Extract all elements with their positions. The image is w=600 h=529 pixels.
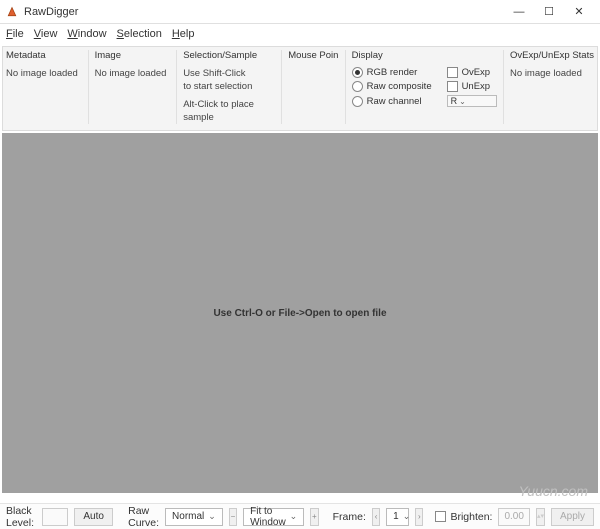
selection-line3: Alt-Click to place	[183, 98, 275, 111]
mouse-group: Mouse Poin	[288, 50, 338, 124]
radio-raw-channel[interactable]: Raw channel	[352, 96, 439, 107]
check-ovexp-label: OvExp	[462, 67, 491, 78]
selection-line4: sample	[183, 111, 275, 124]
app-icon	[6, 6, 18, 18]
frame-prev-button[interactable]: ‹	[372, 508, 380, 526]
selection-body: Use Shift-Click to start selection Alt-C…	[183, 67, 275, 124]
display-header: Display	[352, 50, 497, 61]
channel-value: R	[451, 96, 458, 106]
selection-header: Selection/Sample	[183, 50, 275, 61]
image-group: Image No image loaded	[95, 50, 171, 124]
check-unexp-label: UnExp	[462, 81, 491, 92]
app-title: RawDigger	[24, 6, 504, 18]
menu-window[interactable]: Window	[67, 28, 106, 40]
brighten-step[interactable]: ▴▾	[536, 508, 545, 526]
raw-curve-select[interactable]: Normal	[165, 508, 223, 526]
stats-body: No image loaded	[510, 67, 594, 80]
metadata-body: No image loaded	[6, 67, 82, 80]
display-group: Display RGB render OvExp Raw composite U…	[352, 50, 497, 124]
zoom-in-button[interactable]: +	[310, 508, 318, 526]
image-canvas[interactable]: Use Ctrl-O or File->Open to open file	[2, 133, 598, 493]
radio-composite-label: Raw composite	[367, 81, 432, 92]
channel-select[interactable]: R	[447, 95, 497, 107]
apply-button[interactable]: Apply	[551, 508, 594, 526]
brighten-label: Brighten:	[450, 511, 492, 523]
radio-raw-composite[interactable]: Raw composite	[352, 81, 439, 92]
metadata-group: Metadata No image loaded	[6, 50, 82, 124]
menubar: File View Window Selection Help	[0, 24, 600, 44]
radio-rgb-label: RGB render	[367, 67, 418, 78]
check-ovexp[interactable]: OvExp	[447, 67, 497, 78]
minimize-button[interactable]: —	[504, 2, 534, 22]
radio-channel-label: Raw channel	[367, 96, 422, 107]
selection-line2: to start selection	[183, 80, 275, 93]
zoom-select[interactable]: Fit to Window	[243, 508, 304, 526]
brighten-value[interactable]: 0.00	[498, 508, 529, 526]
status-bar: Black Level: Auto Raw Curve: Normal − Fi…	[0, 503, 600, 529]
black-level-label: Black Level:	[6, 505, 36, 529]
frame-label: Frame:	[333, 511, 366, 523]
selection-line1: Use Shift-Click	[183, 67, 275, 80]
mouse-header: Mouse Poin	[288, 50, 338, 61]
metadata-header: Metadata	[6, 50, 82, 61]
image-body: No image loaded	[95, 67, 171, 80]
info-panel: Metadata No image loaded Image No image …	[2, 46, 598, 131]
menu-file[interactable]: File	[6, 28, 24, 40]
selection-group: Selection/Sample Use Shift-Click to star…	[183, 50, 275, 124]
window-controls: — ☐ ✕	[504, 2, 594, 22]
menu-view[interactable]: View	[34, 28, 58, 40]
radio-rgb-render[interactable]: RGB render	[352, 67, 439, 78]
menu-selection[interactable]: Selection	[117, 28, 162, 40]
auto-button[interactable]: Auto	[74, 508, 113, 526]
black-level-field[interactable]	[42, 508, 69, 526]
menu-help[interactable]: Help	[172, 28, 195, 40]
raw-curve-label: Raw Curve:	[128, 505, 159, 529]
titlebar: RawDigger — ☐ ✕	[0, 0, 600, 24]
frame-next-button[interactable]: ›	[415, 508, 423, 526]
check-unexp[interactable]: UnExp	[447, 81, 497, 92]
close-button[interactable]: ✕	[564, 2, 594, 22]
stats-group: OvExp/UnExp Stats No image loaded	[510, 50, 594, 124]
zoom-out-button[interactable]: −	[229, 508, 237, 526]
stats-header: OvExp/UnExp Stats	[510, 50, 594, 61]
maximize-button[interactable]: ☐	[534, 2, 564, 22]
image-header: Image	[95, 50, 171, 61]
brighten-check[interactable]: Brighten:	[435, 511, 492, 523]
frame-select[interactable]: 1	[386, 508, 409, 526]
canvas-hint: Use Ctrl-O or File->Open to open file	[213, 308, 386, 319]
